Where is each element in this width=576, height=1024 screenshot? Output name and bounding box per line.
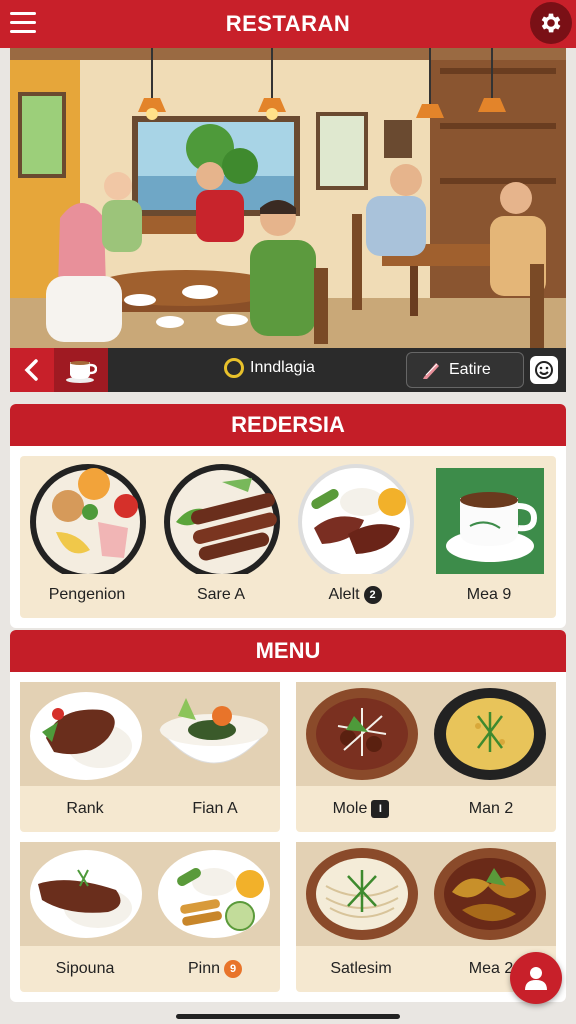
pencil-icon	[423, 363, 439, 379]
count-badge: 9	[224, 959, 243, 978]
app-header: RESTARAN	[0, 0, 576, 48]
smile-icon	[535, 361, 553, 379]
app-title: RESTARAN	[225, 11, 351, 36]
recommend-item-label: Pengenion	[48, 586, 126, 603]
chevron-left-icon	[24, 359, 38, 381]
count-badge: I	[371, 799, 390, 818]
meat-plate-image	[298, 464, 414, 574]
settings-button[interactable]	[530, 2, 572, 44]
recommend-item-3[interactable]: Alelt 2	[288, 456, 422, 618]
brand-logo-icon	[224, 358, 244, 378]
stew-bowl-image	[306, 688, 418, 780]
coffee-cup-button[interactable]	[54, 348, 108, 392]
grilled-fish-image	[30, 850, 142, 938]
menu-section: MENU Rank Fian A Mole I Man 2 Sipouna Pi…	[10, 630, 566, 1002]
recommend-item-label: Alelt 2	[288, 585, 422, 604]
recommend-item-label: Sare A	[196, 586, 246, 603]
recommend-section: REDERSIA Pengenion Sare A Alelt 2 Mea 9	[10, 404, 566, 628]
profile-fab[interactable]	[510, 952, 562, 1004]
menu-card[interactable]: Sipouna Pinn 9	[20, 842, 280, 992]
recommend-item-2[interactable]: Sare A	[154, 456, 288, 618]
steak-rice-image	[30, 692, 142, 780]
recommend-item-4[interactable]: Mea 9	[422, 456, 556, 618]
mixed-plate-image	[30, 464, 146, 574]
coffee-cup-image	[436, 468, 544, 574]
noodle-bowl-image	[306, 848, 418, 940]
smile-button[interactable]	[530, 356, 558, 384]
menu-item-label: Rank	[66, 800, 104, 817]
feature-button[interactable]: Eatire	[406, 352, 524, 388]
menu-item-label: Fian A	[192, 800, 238, 817]
coffee-cup-icon	[66, 361, 97, 383]
recommend-item-1[interactable]: Pengenion	[20, 456, 154, 618]
rice-bowl-image	[158, 698, 270, 764]
sausage-plate-image	[164, 464, 280, 574]
menu-item-label: Pinn 9	[150, 959, 280, 978]
home-indicator	[176, 1014, 400, 1019]
user-icon	[525, 967, 547, 990]
fried-rice-image	[434, 688, 546, 780]
feature-label: Eatire	[449, 361, 491, 378]
hamburger-icon[interactable]	[10, 12, 36, 34]
menu-card[interactable]: Mole I Man 2	[296, 682, 556, 832]
menu-item-label: Man 2	[468, 800, 514, 817]
menu-card[interactable]: Rank Fian A	[20, 682, 280, 832]
menu-item-label: Satlesim	[330, 960, 392, 977]
brand-indicator: Inndlagia	[224, 358, 315, 378]
recommend-grid: Pengenion Sare A Alelt 2 Mea 9	[20, 456, 556, 618]
grilled-veg-image	[434, 848, 546, 940]
brand-label: Inndlagia	[250, 359, 315, 376]
hero-control-bar: Inndlagia Eatire	[10, 348, 566, 392]
mixed-plate-image	[158, 850, 270, 938]
count-badge: 2	[363, 585, 382, 604]
recommend-item-label: Mea 9	[466, 586, 512, 603]
restaurant-hero-image	[10, 48, 566, 348]
gear-icon	[541, 13, 561, 33]
menu-item-label: Sipouna	[55, 960, 115, 977]
menu-item-label: Mole I	[296, 799, 426, 818]
recommend-title: REDERSIA	[10, 404, 566, 446]
back-button[interactable]	[10, 348, 54, 392]
menu-title: MENU	[10, 630, 566, 672]
